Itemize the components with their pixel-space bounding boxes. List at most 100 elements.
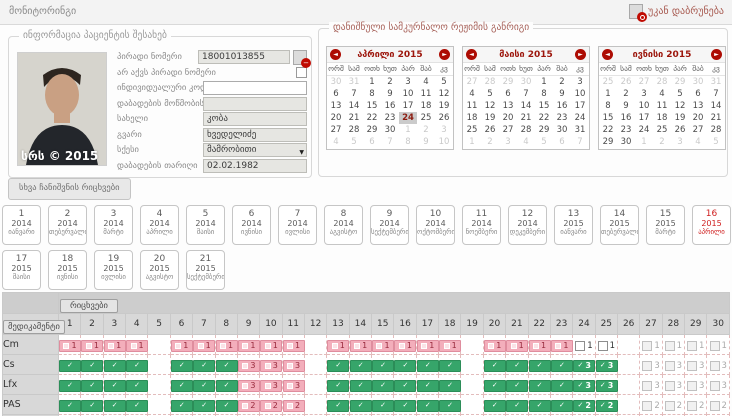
dose-cell[interactable]: ✓	[439, 375, 461, 395]
dose-cell[interactable]: 2	[640, 395, 662, 415]
calendar-day[interactable]: 15	[535, 100, 553, 112]
calendar-day[interactable]: 30	[327, 76, 345, 88]
calendar-day[interactable]: 29	[599, 136, 617, 148]
dose-missed-box[interactable]: 2	[260, 400, 282, 412]
dose-cell[interactable]: 1	[327, 335, 349, 355]
calendar-day[interactable]: 29	[363, 124, 381, 136]
month-chip[interactable]: 132015იანვარი	[554, 205, 593, 245]
dose-missed-box[interactable]: 1	[238, 340, 260, 352]
dose-taken-box[interactable]: ✓	[59, 400, 81, 412]
calendar-day[interactable]: 28	[517, 124, 535, 136]
calendar-day[interactable]: 6	[363, 136, 381, 148]
calendar-day[interactable]: 1	[635, 136, 653, 148]
calendar-day[interactable]: 2	[653, 136, 671, 148]
dose-cell[interactable]: ✓	[372, 355, 394, 375]
calendar-day[interactable]: 5	[435, 76, 453, 88]
dose-cell[interactable]: 2	[282, 395, 304, 415]
calendar-day[interactable]: 21	[345, 112, 363, 124]
month-chip[interactable]: 92014სექტემბერი	[370, 205, 409, 245]
calendar-day[interactable]: 9	[617, 100, 635, 112]
month-chip[interactable]: 142015თებერვალი	[600, 205, 639, 245]
calendar-day[interactable]: 14	[517, 100, 535, 112]
dose-cell[interactable]: 1	[126, 335, 148, 355]
dose-cell[interactable]: ✓	[528, 355, 550, 375]
calendar-day[interactable]: 9	[553, 88, 571, 100]
dose-cell[interactable]: ✓	[327, 395, 349, 415]
sex-select[interactable]: მამრობითი▼	[203, 143, 307, 157]
dose-missed-box[interactable]: 1	[529, 340, 551, 352]
dose-taken-box[interactable]: ✓	[126, 360, 148, 372]
calendar-day[interactable]: 7	[345, 88, 363, 100]
dose-cell[interactable]: ✓	[81, 355, 103, 375]
dose-missed-box[interactable]: 1	[260, 340, 282, 352]
calendar-day[interactable]: 8	[363, 88, 381, 100]
calendar-day[interactable]: 25	[463, 124, 481, 136]
clear-personal-number-icon[interactable]: −	[293, 50, 307, 65]
calendar-day[interactable]: 5	[345, 136, 363, 148]
dose-taken-box[interactable]: ✓	[126, 380, 148, 392]
dose-cell[interactable]: 1	[685, 335, 707, 355]
prev-month-button[interactable]: ◄	[466, 49, 477, 60]
dose-cell[interactable]: ✓	[170, 395, 192, 415]
next-month-button[interactable]: ►	[575, 49, 586, 60]
dose-cell[interactable]: ✓	[349, 355, 371, 375]
calendar-day[interactable]: 1	[463, 136, 481, 148]
dose-cell[interactable]: 1	[215, 335, 237, 355]
dose-cell[interactable]: 3	[640, 355, 662, 375]
dose-cell[interactable]: 1	[372, 335, 394, 355]
next-month-button[interactable]: ►	[439, 49, 450, 60]
calendar-day[interactable]: 10	[435, 136, 453, 148]
calendar-day[interactable]: 2	[381, 76, 399, 88]
dose-cell[interactable]: 3	[707, 375, 730, 395]
calendar-day[interactable]: 11	[653, 100, 671, 112]
dose-missed-box[interactable]: 1	[417, 340, 439, 352]
dose-taken-box[interactable]: ✓	[216, 380, 238, 392]
dose-missed-box[interactable]: 1	[439, 340, 461, 352]
calendar-day[interactable]: 24	[399, 112, 417, 124]
calendar-day[interactable]: 9	[381, 88, 399, 100]
dose-cell[interactable]: ✓3	[573, 355, 595, 375]
dose-cell[interactable]: 2	[685, 395, 707, 415]
month-chip[interactable]: 212015სექტემბერი	[186, 250, 225, 290]
dose-cell[interactable]: ✓	[483, 355, 505, 375]
calendar-day[interactable]: 20	[689, 112, 707, 124]
dose-cell[interactable]: ✓	[215, 395, 237, 415]
dose-cell[interactable]: ✓	[439, 355, 461, 375]
dose-taken-box[interactable]: ✓	[506, 400, 528, 412]
dose-taken-box[interactable]: ✓	[126, 400, 148, 412]
dose-taken-box[interactable]: ✓3	[596, 360, 618, 372]
dose-taken-box[interactable]: ✓	[171, 400, 193, 412]
dose-cell[interactable]: 1	[573, 335, 595, 355]
month-chip[interactable]: 112014ნოემბერი	[462, 205, 501, 245]
calendar-day[interactable]: 24	[571, 112, 589, 124]
dose-taken-box[interactable]: ✓	[372, 400, 394, 412]
dose-cell[interactable]: ✓2	[595, 395, 617, 415]
dose-taken-box[interactable]: ✓	[551, 400, 573, 412]
dose-cell[interactable]: 1	[662, 335, 684, 355]
dose-taken-box[interactable]: ✓	[327, 400, 349, 412]
dose-missed-box[interactable]: 1	[372, 340, 394, 352]
dose-cell[interactable]: 1	[282, 335, 304, 355]
calendar-day[interactable]: 12	[481, 100, 499, 112]
no-personal-number-checkbox[interactable]	[296, 67, 307, 78]
dose-taken-box[interactable]: ✓	[59, 360, 81, 372]
dose-taken-box[interactable]: ✓	[327, 380, 349, 392]
calendar-day[interactable]: 23	[617, 124, 635, 136]
calendar-day[interactable]: 13	[327, 100, 345, 112]
dose-missed-box[interactable]: 2	[283, 400, 305, 412]
dose-taken-box[interactable]: ✓	[529, 400, 551, 412]
dose-missed-box[interactable]: 1	[506, 340, 528, 352]
calendar-day[interactable]: 16	[381, 100, 399, 112]
calendar-day[interactable]: 3	[571, 76, 589, 88]
dose-taken-box[interactable]: ✓	[350, 400, 372, 412]
dose-cell[interactable]: ✓	[528, 375, 550, 395]
dose-taken-box[interactable]: ✓	[193, 380, 215, 392]
month-chip[interactable]: 82014აგვისტო	[324, 205, 363, 245]
dose-taken-box[interactable]: ✓	[81, 400, 103, 412]
calendar-day[interactable]: 1	[363, 76, 381, 88]
dose-taken-box[interactable]: ✓	[417, 360, 439, 372]
month-chip[interactable]: 122014დეკემბერი	[508, 205, 547, 245]
calendar-day[interactable]: 19	[671, 112, 689, 124]
dose-cell[interactable]: ✓	[170, 375, 192, 395]
dose-taken-box[interactable]: ✓	[484, 360, 506, 372]
